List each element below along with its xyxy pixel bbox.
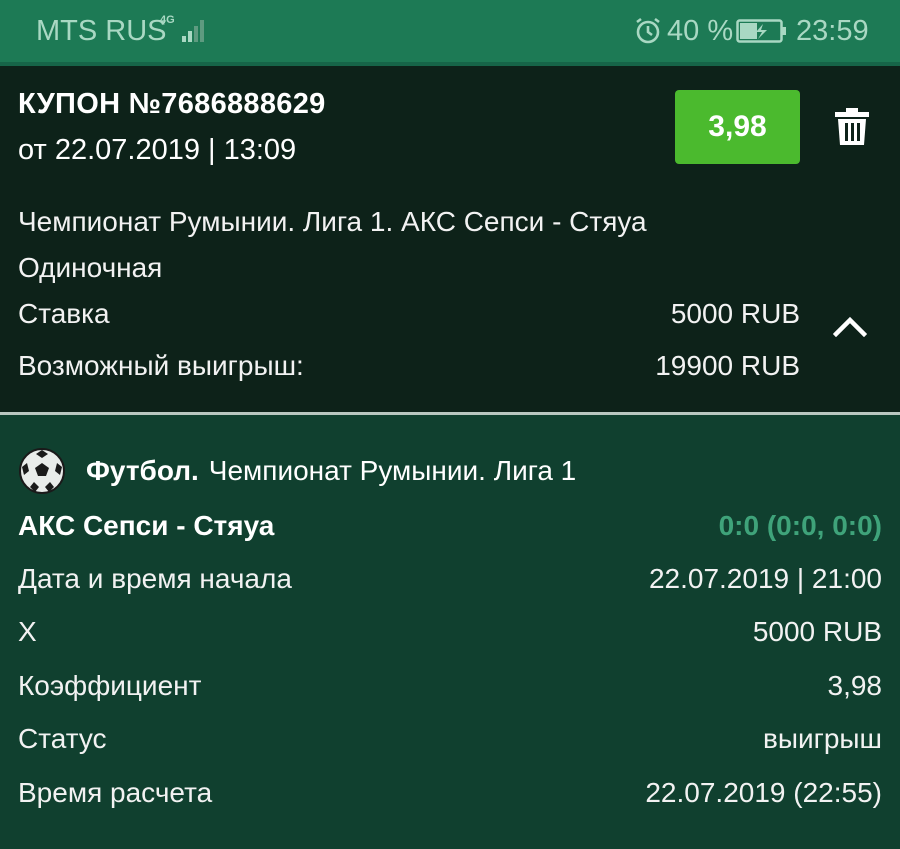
start-time-label: Дата и время начала <box>18 563 292 594</box>
status-value: выигрыш <box>762 723 882 754</box>
start-time-row: Дата и время начала 22.07.2019 | 21:00 <box>18 563 882 603</box>
settlement-time-label: Время расчета <box>18 777 213 808</box>
coupon-date: от 22.07.2019 | 13:09 <box>18 134 297 166</box>
coupon-title: КУПОН №7686888629 <box>18 88 326 120</box>
battery-charging-icon <box>736 19 786 43</box>
odds-button[interactable]: 3,98 <box>675 90 800 164</box>
status-row: Статус выигрыш <box>18 723 882 763</box>
alarm-icon <box>636 17 660 44</box>
status-bar: MTS RUS 4G 40 % 23:59 <box>0 0 900 62</box>
soccer-ball-icon <box>19 448 65 494</box>
sport-header: Футбол. Чемпионат Румынии. Лига 1 <box>18 448 577 494</box>
signal-icon <box>182 20 204 42</box>
match-row: АКС Сепси - Стяуа 0:0 (0:0, 0:0) <box>18 510 882 550</box>
settlement-time-value: 22.07.2019 (22:55) <box>645 777 882 808</box>
coupon-header[interactable]: КУПОН №7686888629 от 22.07.2019 | 13:09 … <box>0 66 900 412</box>
league-name: Чемпионат Румынии. Лига 1 <box>208 455 577 486</box>
status-label: Статус <box>18 723 107 754</box>
possible-win-value: 19900 RUB <box>655 350 800 381</box>
outcome-stake: 5000 RUB <box>752 616 882 647</box>
sport-name: Футбол. <box>86 455 199 486</box>
network-type: 4G <box>160 14 175 26</box>
match-score: 0:0 (0:0, 0:0) <box>718 510 882 541</box>
trash-icon[interactable] <box>835 108 869 146</box>
battery-percent: 40 % <box>667 15 734 47</box>
event-details: Футбол. Чемпионат Румынии. Лига 1 АКС Се… <box>0 415 900 849</box>
chevron-up-icon[interactable] <box>833 315 867 337</box>
stake-label: Ставка <box>18 298 110 329</box>
settlement-time-row: Время расчета 22.07.2019 (22:55) <box>18 777 882 817</box>
carrier-name: MTS RUS <box>36 15 167 47</box>
coefficient-label: Коэффициент <box>18 670 202 701</box>
start-time-value: 22.07.2019 | 21:00 <box>648 563 882 594</box>
clock: 23:59 <box>796 15 869 47</box>
possible-win-label: Возможный выигрыш: <box>18 350 304 381</box>
coefficient-value: 3,98 <box>827 670 883 701</box>
outcome-label: X <box>18 616 37 647</box>
bet-type: Одиночная <box>18 252 163 283</box>
match-teams: АКС Сепси - Стяуа <box>18 510 275 541</box>
coupon-match: Чемпионат Румынии. Лига 1. АКС Сепси - С… <box>18 206 647 237</box>
stake-value: 5000 RUB <box>670 298 800 329</box>
coefficient-row: Коэффициент 3,98 <box>18 670 882 710</box>
outcome-row: X 5000 RUB <box>18 616 882 656</box>
